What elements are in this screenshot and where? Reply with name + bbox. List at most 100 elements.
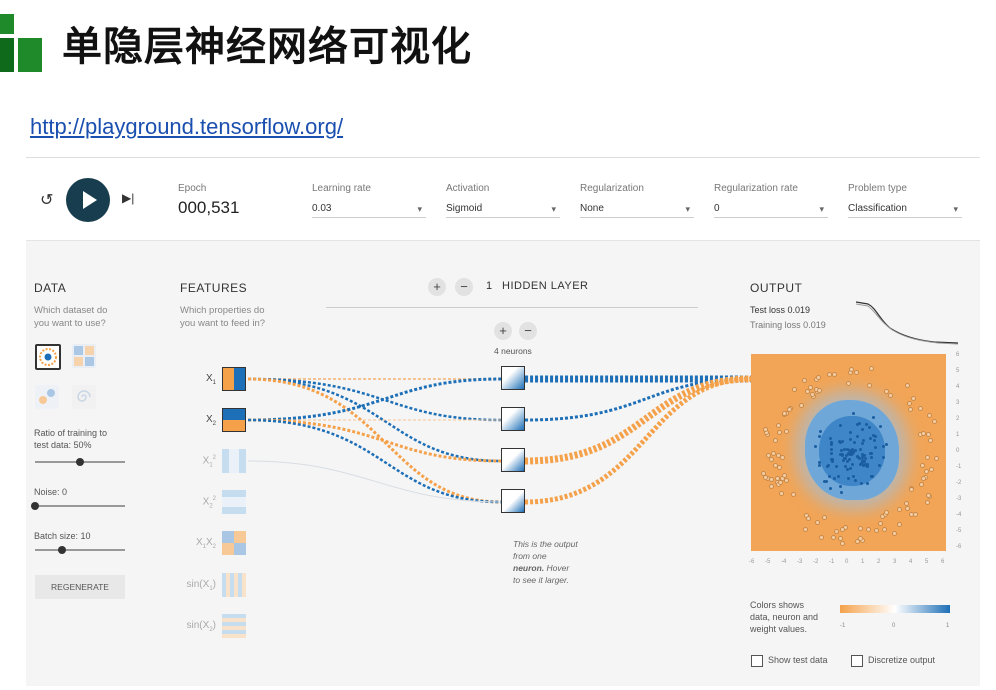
feature-sin-x1-tile[interactable]: [222, 573, 246, 597]
feature-label-x1-squared: X12: [202, 455, 216, 469]
y-tick-label: 2: [956, 416, 960, 422]
negative-point: [873, 527, 879, 533]
neuron-2[interactable]: [501, 407, 525, 431]
feature-x2-tile[interactable]: [222, 408, 246, 432]
neuron-4[interactable]: [501, 489, 525, 513]
negative-point: [772, 462, 778, 468]
positive-point: [856, 422, 860, 426]
positive-point: [868, 425, 872, 429]
neurons-count: 4 neurons: [494, 346, 532, 356]
y-tick-label: 1: [956, 432, 960, 438]
neuron-1[interactable]: [501, 366, 525, 390]
remove-neuron-button[interactable]: −: [519, 322, 537, 340]
add-neuron-button[interactable]: +: [494, 322, 512, 340]
y-tick-label: -1: [956, 464, 962, 470]
positive-point: [851, 462, 855, 466]
color-scale-bar: [840, 605, 950, 613]
positive-point: [839, 491, 843, 495]
negative-point: [815, 374, 821, 380]
negative-point: [817, 387, 823, 393]
scale-max: 1: [946, 623, 950, 629]
negative-point: [924, 455, 930, 461]
feature-label-x2: X2: [205, 414, 216, 427]
negative-point: [821, 514, 827, 520]
negative-point: [933, 456, 939, 462]
x-tick-label: 1: [861, 559, 865, 565]
negative-point: [768, 477, 774, 483]
negative-point: [840, 527, 846, 533]
y-tick-label: -3: [956, 496, 962, 502]
playground-link[interactable]: http://playground.tensorflow.org/: [30, 114, 343, 140]
negative-point: [907, 401, 913, 407]
negative-point: [892, 530, 897, 536]
remove-layer-button[interactable]: −: [455, 278, 473, 296]
output-decision-plot[interactable]: [751, 354, 946, 551]
positive-point: [848, 467, 852, 471]
y-tick-label: 0: [956, 448, 960, 454]
scale-min: -1: [840, 623, 846, 629]
legend-text-1: Colors shows: [750, 600, 805, 610]
negative-point: [926, 413, 932, 419]
positive-point: [860, 455, 864, 459]
playground-screenshot: ↺ ▶| Epoch 000,531 Learning rate 0.03 Ac…: [26, 157, 980, 686]
positive-point: [838, 439, 842, 443]
positive-point: [824, 479, 828, 483]
positive-point: [868, 436, 872, 440]
positive-point: [862, 438, 866, 442]
y-tick-label: 5: [956, 368, 960, 374]
negative-point: [923, 468, 929, 474]
negative-point: [883, 510, 889, 516]
scale-mid: 0: [892, 623, 896, 629]
negative-point: [905, 382, 911, 388]
feature-x1-squared-tile[interactable]: [222, 449, 246, 473]
loss-curve: [855, 301, 959, 345]
negative-point: [907, 407, 913, 413]
positive-point: [884, 442, 888, 446]
show-test-data-checkbox[interactable]: [751, 655, 763, 667]
feature-label-x1: X1: [205, 373, 216, 386]
add-layer-button[interactable]: +: [428, 278, 446, 296]
layer-divider: [326, 307, 698, 308]
feature-x2-squared-tile[interactable]: [222, 490, 246, 514]
negative-point: [928, 438, 934, 444]
negative-point: [839, 540, 845, 546]
negative-point: [802, 378, 808, 384]
negative-point: [858, 525, 864, 531]
negative-point: [909, 486, 915, 492]
x-tick-label: -4: [781, 559, 787, 565]
negative-point: [792, 387, 798, 393]
positive-point: [832, 476, 836, 480]
neuron-hover-note: This is the output from one neuron. Hove…: [513, 539, 578, 585]
negative-point: [878, 520, 884, 526]
logo-square-dark: [0, 38, 14, 72]
discretize-output-checkbox[interactable]: [851, 655, 863, 667]
positive-point: [865, 462, 869, 466]
legend-text-2: data, neuron and: [750, 612, 819, 622]
x-tick-label: 0: [845, 559, 849, 565]
negative-point: [761, 470, 767, 476]
positive-point: [827, 474, 831, 478]
positive-point: [828, 437, 832, 441]
negative-point: [911, 395, 917, 401]
feature-sin-x2-tile[interactable]: [222, 614, 246, 638]
negative-point: [853, 369, 859, 375]
negative-point: [772, 438, 778, 444]
positive-point: [830, 460, 834, 464]
positive-point: [860, 427, 864, 431]
negative-point: [762, 475, 768, 481]
slide-title: 单隐层神经网络可视化: [62, 24, 472, 70]
feature-x1x2-tile[interactable]: [222, 531, 246, 555]
x-tick-label: -3: [797, 559, 803, 565]
discretize-output-label: Discretize output: [868, 655, 936, 665]
negative-point: [888, 392, 894, 398]
negative-point: [928, 466, 934, 472]
feature-label-x1x2: X1X2: [195, 537, 216, 550]
positive-point: [869, 474, 873, 478]
negative-point: [866, 383, 872, 389]
neuron-3[interactable]: [501, 448, 525, 472]
positive-point: [848, 430, 852, 434]
negative-point: [924, 499, 930, 505]
positive-point: [817, 461, 821, 465]
feature-x1-tile[interactable]: [222, 367, 246, 391]
y-tick-label: 3: [956, 400, 960, 406]
